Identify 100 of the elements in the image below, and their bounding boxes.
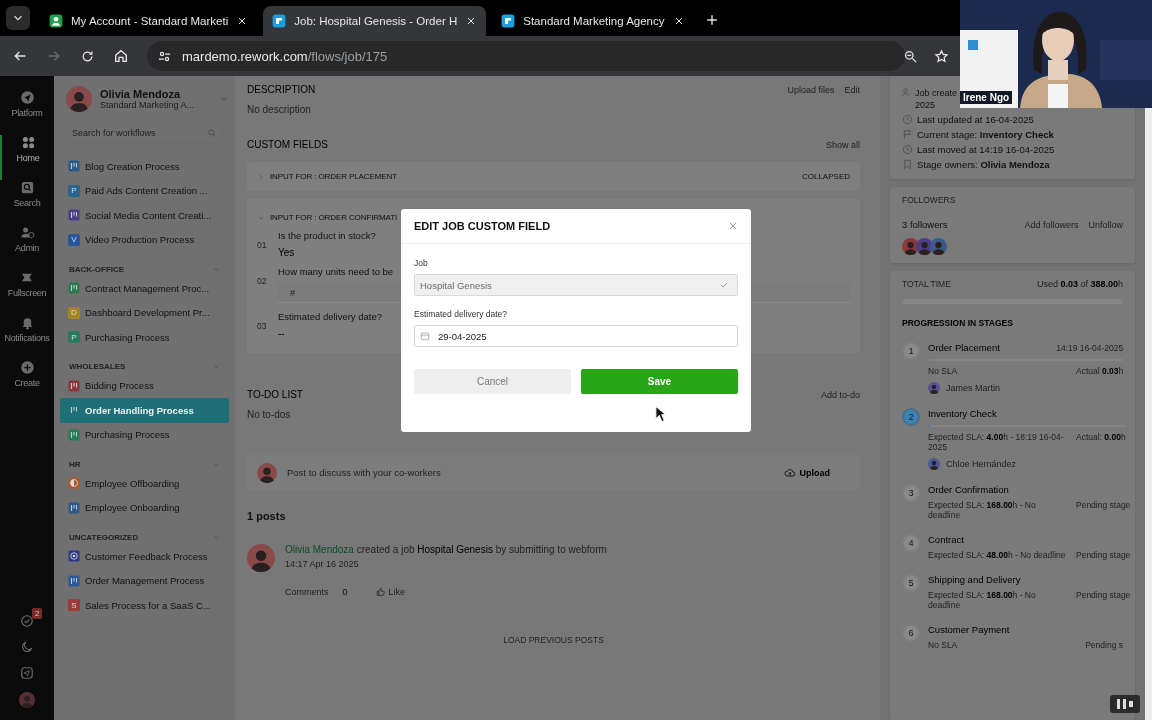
description-text: No description [247,104,311,115]
workflow-item[interactable]: Contract Management Proc... [60,276,229,301]
browser-tab[interactable]: Standard Marketing Agency [492,6,694,36]
user-name: Olivia Mendoza [100,88,182,100]
rail-item[interactable]: Platform [0,90,54,135]
post-count: 1 posts [247,510,287,522]
stage-number: 1 [902,342,920,360]
post-text: Olivia Mendoza created a job Hospital Genesis by submitting to webform [285,544,607,555]
workflow-item[interactable]: S Sales Process for a SaaS C... [60,593,229,618]
action-link[interactable]: Upload files [787,84,835,95]
post-time: 14:17 Apr 16 2025 [285,559,359,569]
workflow-item[interactable]: Bidding Process [60,373,229,398]
stage-number: 4 [902,534,920,552]
group-title: INPUT FOR : ORDER CONFIRMATI [270,213,398,222]
sla-text: Expected SLA: 4.00h - 18:19 16-04-2025 [928,432,1065,452]
stage-number: 5 [902,574,920,592]
workflow-initial: D [68,306,80,319]
workflow-item[interactable]: Blog Creation Process [60,154,229,179]
participant-name: Irene Ngo [960,91,1013,104]
show-all-link[interactable]: Show all [825,139,860,150]
stage-status: Pending stage [1076,550,1131,560]
field-label: Job [414,258,429,268]
action-link[interactable]: Add followers [1024,219,1079,230]
workflow-item[interactable]: Employee Offboarding [60,471,229,496]
workflow-item[interactable]: P Paid Ads Content Creation ... [60,178,229,203]
stage-name: Inventory Check [928,408,997,419]
stage-status: Actual 0.03h [1076,366,1124,376]
field-question: Is the product in stock? [278,230,376,241]
workflow-item[interactable]: Customer Feedback Process [60,544,229,569]
action-link[interactable]: Edit [844,84,860,95]
date-field[interactable]: 29-04-2025 [414,325,738,347]
info-text: Job create [915,87,958,99]
workflow-initial: P [68,331,80,344]
empty-text: No to-dos [247,409,291,420]
stage-status: Actual: 0.00h [1076,432,1126,444]
field-label: Estimated delivery date? [414,309,509,319]
card-heading: FOLLOWERS [902,195,957,205]
section-heading: CUSTOM FIELDS [247,139,328,150]
workflow-item[interactable]: Order Handling Process [60,398,229,423]
group-heading: HR [69,459,81,469]
field-value: Yes [278,247,295,258]
stage-name: Order Placement [928,342,1000,353]
search-field[interactable]: Search for workflows [66,122,223,144]
save-button[interactable]: Save [581,369,738,394]
group-title: INPUT FOR : ORDER PLACEMENT [270,172,397,181]
comments-link[interactable]: Comments [285,587,329,597]
stage-name: Shipping and Delivery [928,574,1021,585]
load-more-link[interactable]: LOAD PREVIOUS POSTS [503,635,604,645]
info-text: Stage owners: Olivia Mendoza [917,159,1050,171]
rail-item[interactable]: Admin [0,225,54,270]
stage-status: Pending s [1085,640,1123,650]
workflow-item[interactable]: D Dashboard Development Pr... [60,300,229,325]
workflow-item[interactable]: Purchasing Process [60,422,229,447]
action-link[interactable]: Unfollow [1088,219,1123,230]
workflow-item[interactable]: Social Media Content Creati... [60,203,229,228]
follower-count: 3 followers [902,219,948,230]
sla-text: Expected SLA: 48.00h - No deadline [928,550,1067,560]
field-number: 01 [257,239,268,252]
info-text: Last moved at 14:19 16-04-2025 [917,144,1055,156]
sla-text: No SLA [928,640,959,650]
rail-item[interactable]: Search [0,180,54,225]
workflow-item[interactable]: Order Management Process [60,568,229,593]
dialog-title: EDIT JOB CUSTOM FIELD [414,220,551,232]
workflow-item[interactable]: V Video Production Process [60,227,229,252]
workflow-initial: V [68,233,80,246]
rail-item[interactable]: Fullscreen [0,270,54,315]
workflow-item[interactable]: P Purchasing Process [60,325,229,350]
workflow-initial: P [68,184,80,197]
comment-count: 0 [341,587,349,597]
time-reading: Used 0.03 of 388.00h [1036,279,1123,289]
card-heading: TOTAL TIME [902,279,951,289]
section-heading: DESCRIPTION [247,84,316,95]
group-heading: BACK-OFFICE [69,264,125,274]
stage-name: Contract [928,534,964,545]
browser-tab[interactable]: My Account - Standard Marketi [40,6,258,36]
field-question: Estimated delivery date? [278,311,383,322]
rail-item[interactable]: Notifications [0,315,54,360]
upload-button[interactable]: Upload [783,466,830,479]
add-todo-link[interactable]: Add to-do [820,389,860,400]
stage-name: Order Confirmation [928,484,1009,495]
address-bar[interactable]: mardemo.rework.com/flows/job/175 [147,41,905,71]
sla-text: Expected SLA: 168.00h - No deadline [928,590,1037,610]
cancel-button[interactable]: Cancel [414,369,571,394]
workflow-initial: S [68,599,80,612]
post-composer[interactable]: Post to discuss with your co-workers Upload [247,455,860,490]
like-button[interactable]: Like [375,587,406,597]
author-link[interactable]: Olivia Mendoza [285,544,354,555]
rail-item[interactable]: Create [0,360,54,405]
stage-name: Customer Payment [928,624,1010,635]
workflow-item[interactable]: Employee Onboarding [60,495,229,520]
field-value: -- [278,328,285,339]
stage-number: 2 [902,408,920,426]
organization-name: Standard Marketing A... [100,100,196,110]
count-badge: 2 [32,608,43,619]
info-text: Current stage: Inventory Check [917,129,1054,141]
job-link[interactable]: Hospital Genesis [417,544,493,555]
card-heading: PROGRESSION IN STAGES [902,318,1014,328]
section-heading: TO-DO LIST [247,389,303,400]
stage-time: 14:19 16-04-2025 [1056,342,1124,353]
browser-tab[interactable]: Job: Hospital Genesis - Order H [263,6,487,36]
